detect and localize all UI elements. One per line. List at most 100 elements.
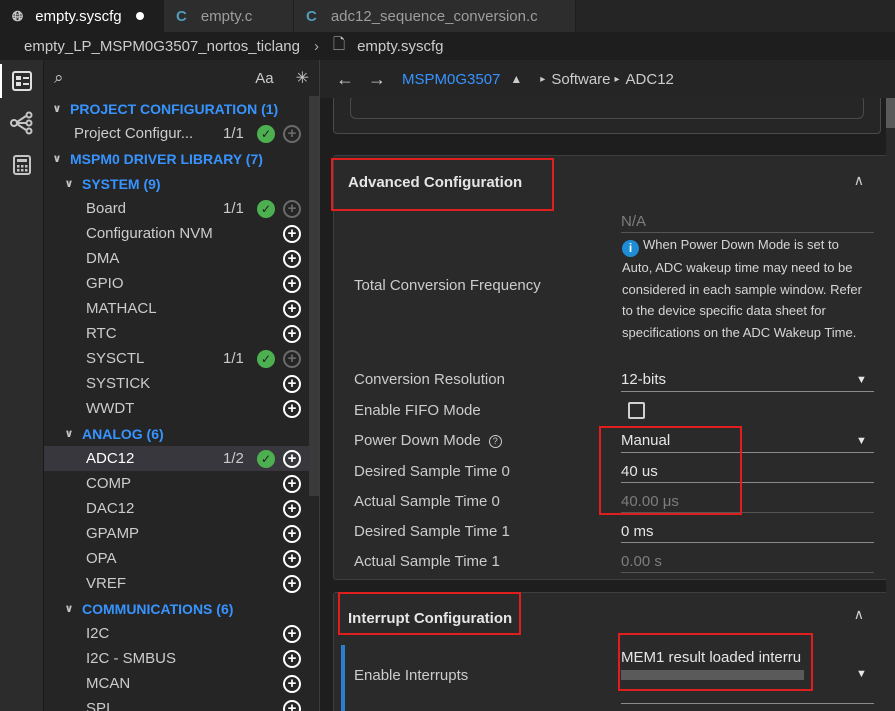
add-instance-icon[interactable]: +	[283, 524, 301, 543]
sidebar-scrollbar[interactable]	[309, 96, 319, 496]
highlight-box	[338, 592, 521, 635]
tree-category[interactable]: ∨ MSPM0 DRIVER LIBRARY (7)	[44, 146, 319, 171]
add-instance-icon[interactable]: +	[283, 549, 301, 568]
highlight-box	[618, 633, 813, 691]
tree-category[interactable]: ∨ COMMUNICATIONS (6)	[44, 596, 319, 621]
tree-category[interactable]: ∨ SYSTEM (9)	[44, 171, 319, 196]
tree-item[interactable]: SYSTICK +	[44, 371, 319, 396]
info-icon: i	[622, 240, 639, 258]
actual-sample-time-1-value: 0.00 s	[621, 553, 662, 570]
tree-item[interactable]: MATHACL +	[44, 296, 319, 321]
unsaved-dot-icon[interactable]	[135, 12, 144, 20]
add-instance-icon[interactable]: +	[283, 274, 301, 293]
updown-chevron-icon[interactable]: ▲︎	[510, 72, 522, 86]
add-instance-icon[interactable]: +	[283, 324, 301, 343]
tree-label: SYSTICK	[86, 375, 151, 392]
back-arrow-icon[interactable]: ←	[336, 69, 354, 90]
instance-count: 1/1	[223, 350, 244, 367]
tree-item[interactable]: DAC12 +	[44, 496, 319, 521]
asterisk-icon[interactable]: ✳︎	[296, 68, 309, 88]
tree-item[interactable]: COMP +	[44, 471, 319, 496]
tree-label: Configuration NVM	[86, 225, 213, 242]
add-instance-icon[interactable]: +	[283, 199, 301, 218]
advanced-configuration-panel: Advanced Configuration ∧ N/A i When Power…	[331, 155, 893, 580]
tree-category[interactable]: ∨ ANALOG (6)	[44, 421, 319, 446]
content-scrollbar[interactable]	[886, 98, 895, 711]
tree-item[interactable]: OPA +	[44, 546, 319, 571]
tab-adc12-sequence-conversion[interactable]: C adc12_sequence_conversion.c	[294, 0, 576, 32]
add-instance-icon[interactable]: +	[283, 299, 301, 318]
scrollbar-thumb[interactable]	[886, 98, 895, 128]
file-icon: 🗋︎	[333, 35, 346, 53]
chevron-up-icon[interactable]: ∧	[854, 606, 864, 623]
breadcrumb-project[interactable]: empty_LP_MSPM0G3507_nortos_ticlang	[24, 38, 300, 55]
chevron-down-icon[interactable]: ∨	[62, 427, 76, 440]
add-instance-icon[interactable]: +	[283, 499, 301, 518]
match-case-toggle[interactable]: Aa	[255, 70, 273, 87]
dropdown-arrow-icon[interactable]: ▼	[856, 668, 867, 680]
device-select[interactable]: MSPM0G3507	[402, 71, 500, 88]
add-instance-icon[interactable]: +	[283, 674, 301, 693]
check-icon: ✓	[257, 449, 275, 468]
tree-item[interactable]: SYSCTL 1/1 ✓ +	[44, 346, 319, 371]
fifo-checkbox[interactable]	[628, 402, 645, 419]
tree-item[interactable]: Configuration NVM +	[44, 221, 319, 246]
tree-label: MATHACL	[86, 300, 157, 317]
chevron-down-icon[interactable]: ∨	[62, 177, 76, 190]
tree-item[interactable]: GPIO +	[44, 271, 319, 296]
chevron-up-icon[interactable]: ∧	[854, 172, 864, 189]
chevron-down-icon[interactable]: ∨	[50, 102, 64, 115]
focus-indicator	[341, 645, 345, 711]
add-instance-icon[interactable]: +	[283, 124, 301, 143]
tree-item[interactable]: VREF +	[44, 571, 319, 596]
dropdown-arrow-icon[interactable]: ▼	[856, 435, 867, 447]
tree-item[interactable]: SPI +	[44, 696, 319, 711]
add-instance-icon[interactable]: +	[283, 399, 301, 418]
chevron-down-icon[interactable]: ∨	[50, 152, 64, 165]
tree-item[interactable]: WWDT +	[44, 396, 319, 421]
tree-item[interactable]: ADC12 1/2 ✓ +	[44, 446, 319, 471]
add-instance-icon[interactable]: +	[283, 624, 301, 643]
desired-sample-time-1-input[interactable]: 0 ms	[621, 523, 654, 540]
tree-item[interactable]: GPAMP +	[44, 521, 319, 546]
device-tree-icon[interactable]	[0, 102, 44, 144]
tree-item[interactable]: I2C +	[44, 621, 319, 646]
dropdown-arrow-icon[interactable]: ▼	[856, 374, 867, 386]
add-instance-icon[interactable]: +	[283, 474, 301, 493]
tree-label: SPI	[86, 700, 111, 711]
tab-empty-c[interactable]: C empty.c	[164, 0, 294, 32]
search-icon[interactable]: ⌕	[54, 68, 76, 88]
tree-label: PROJECT CONFIGURATION (1)	[70, 100, 279, 117]
tree-label: SYSTEM (9)	[82, 175, 161, 192]
tree-item[interactable]: RTC +	[44, 321, 319, 346]
calculator-icon[interactable]	[0, 144, 44, 186]
total-frequency-label: Total Conversion Frequency	[354, 277, 541, 294]
header-path-software[interactable]: Software	[551, 71, 610, 88]
caret-right-icon: ▸	[614, 73, 620, 85]
tab-empty-syscfg[interactable]: 🌐︎ empty.syscfg	[0, 0, 164, 32]
tree-item[interactable]: I2C - SMBUS +	[44, 646, 319, 671]
breadcrumb-file[interactable]: empty.syscfg	[357, 38, 443, 55]
add-instance-icon[interactable]: +	[283, 349, 301, 368]
tree-item[interactable]: Project Configur... 1/1 ✓ +	[44, 121, 319, 146]
tree-item[interactable]: Board 1/1 ✓ +	[44, 196, 319, 221]
add-instance-icon[interactable]: +	[283, 649, 301, 668]
chevron-down-icon[interactable]: ∨	[62, 602, 76, 615]
instance-count: 1/1	[223, 125, 244, 142]
add-instance-icon[interactable]: +	[283, 699, 301, 711]
tree-label: Project Configur...	[74, 125, 194, 142]
tree-category[interactable]: ∨ PROJECT CONFIGURATION (1)	[44, 96, 319, 121]
add-instance-icon[interactable]: +	[283, 574, 301, 593]
help-icon[interactable]: ?	[488, 434, 502, 448]
add-instance-icon[interactable]: +	[283, 249, 301, 268]
add-instance-icon[interactable]: +	[283, 374, 301, 393]
add-instance-icon[interactable]: +	[283, 449, 301, 468]
resolution-select[interactable]: 12-bits	[621, 371, 666, 388]
tree-item[interactable]: MCAN +	[44, 671, 319, 696]
tree-item[interactable]: DMA +	[44, 246, 319, 271]
forward-arrow-icon[interactable]: →	[368, 69, 386, 90]
desired-sample-time-1-underline	[621, 542, 874, 543]
tree-label: GPAMP	[86, 525, 140, 542]
add-instance-icon[interactable]: +	[283, 224, 301, 243]
config-view-icon[interactable]	[0, 60, 44, 102]
